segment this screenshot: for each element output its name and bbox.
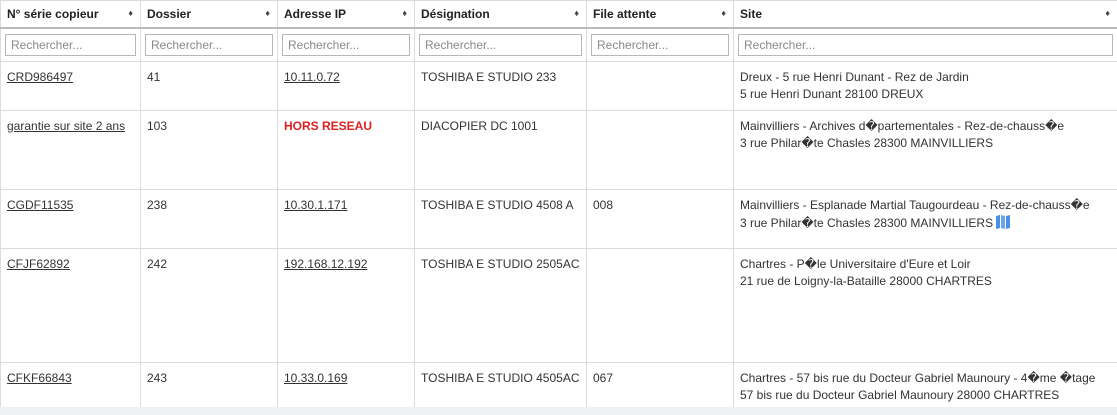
sort-arrows-icon[interactable]: ♦	[402, 8, 407, 18]
ip-cell: 10.11.0.72	[277, 60, 415, 111]
search-input-site[interactable]	[738, 33, 1113, 56]
bottom-band	[0, 407, 1117, 415]
ip-cell: 192.168.12.192	[277, 247, 415, 363]
column-header-site[interactable]: Site ♦	[733, 0, 1117, 29]
ip-link[interactable]: 10.11.0.72	[284, 70, 340, 84]
site-cell: Chartres - P�le Universitaire d'Eure et …	[733, 247, 1117, 363]
serie-cell: CGDF11535	[0, 188, 141, 249]
filter-cell	[0, 27, 141, 62]
site-line2: 21 rue de Loigny-la-Bataille 28000 CHART…	[740, 273, 992, 288]
designation-cell: DIACOPIER DC 1001	[414, 109, 587, 190]
sort-arrows-icon[interactable]: ♦	[1105, 8, 1110, 18]
designation-cell: TOSHIBA E STUDIO 2505AC	[414, 247, 587, 363]
table-row: CFJF62892 242 192.168.12.192 TOSHIBA E S…	[0, 247, 1117, 363]
sort-arrows-icon[interactable]: ♦	[574, 8, 579, 18]
file-cell	[586, 60, 734, 111]
site-line2-wrap: 3 rue Philar�te Chasles 28300 MAINVILLIE…	[740, 214, 1111, 234]
dossier-cell: 242	[140, 247, 278, 363]
dossier-cell: 238	[140, 188, 278, 249]
site-line1: Chartres - 57 bis rue du Docteur Gabriel…	[740, 370, 1096, 385]
site-line2: 5 rue Henri Dunant 28100 DREUX	[740, 86, 924, 101]
filter-cell	[414, 27, 587, 62]
ip-cell: HORS RESEAU	[277, 109, 415, 190]
dossier-cell: 41	[140, 60, 278, 111]
serie-link[interactable]: CGDF11535	[7, 198, 73, 212]
site-cell: Mainvilliers - Archives d�partementales …	[733, 109, 1117, 190]
search-input-ip[interactable]	[282, 33, 410, 56]
column-header-ip[interactable]: Adresse IP ♦	[277, 0, 415, 29]
site-line1: Mainvilliers - Esplanade Martial Taugour…	[740, 197, 1090, 212]
offline-status: HORS RESEAU	[284, 118, 373, 133]
column-header-label: File attente	[593, 7, 657, 21]
designation-cell: TOSHIBA E STUDIO 4508 A	[414, 188, 587, 249]
file-cell	[586, 247, 734, 363]
header-row: N° série copieur ♦ Dossier ♦ Adresse IP ♦ D…	[0, 0, 1117, 29]
column-header-label: Adresse IP	[284, 7, 347, 21]
column-header-label: N° série copieur	[7, 7, 99, 21]
site-line2: 57 bis rue du Docteur Gabriel Maunoury 2…	[740, 387, 1060, 402]
serie-link[interactable]: garantie sur site 2 ans	[7, 119, 125, 133]
serie-cell: garantie sur site 2 ans	[0, 109, 141, 190]
ip-cell: 10.30.1.171	[277, 188, 415, 249]
table-row: garantie sur site 2 ans 103 HORS RESEAU …	[0, 109, 1117, 190]
filter-cell	[140, 27, 278, 62]
filter-row	[0, 27, 1117, 62]
table-row: CGDF11535 238 10.30.1.171 TOSHIBA E STUD…	[0, 188, 1117, 249]
search-input-designation[interactable]	[419, 33, 582, 56]
ip-link[interactable]: 10.33.0.169	[284, 371, 347, 385]
site-line2: 3 rue Philar�te Chasles 28300 MAINVILLIE…	[740, 135, 994, 150]
sort-arrows-icon[interactable]: ♦	[265, 8, 270, 18]
ip-link[interactable]: 192.168.12.192	[284, 257, 367, 271]
column-header-label: Site	[740, 7, 763, 21]
column-header-serie[interactable]: N° série copieur ♦	[0, 0, 141, 29]
column-header-label: Désignation	[421, 7, 490, 21]
filter-cell	[733, 27, 1117, 62]
map-icon[interactable]	[995, 214, 1011, 234]
dossier-cell: 103	[140, 109, 278, 190]
serie-cell: CRD986497	[0, 60, 141, 111]
site-cell: Dreux - 5 rue Henri Dunant - Rez de Jard…	[733, 60, 1117, 111]
file-cell	[586, 109, 734, 190]
serie-link[interactable]: CRD986497	[7, 70, 73, 84]
table-row: CRD986497 41 10.11.0.72 TOSHIBA E STUDIO…	[0, 60, 1117, 111]
search-input-dossier[interactable]	[145, 33, 273, 56]
site-line2: 3 rue Philar�te Chasles 28300 MAINVILLIE…	[740, 215, 994, 230]
site-line1: Dreux - 5 rue Henri Dunant - Rez de Jard…	[740, 69, 969, 84]
printers-table-container: N° série copieur ♦ Dossier ♦ Adresse IP ♦ D…	[0, 0, 1117, 415]
site-line1: Chartres - P�le Universitaire d'Eure et …	[740, 256, 971, 271]
serie-cell: CFJF62892	[0, 247, 141, 363]
column-header-designation[interactable]: Désignation ♦	[414, 0, 587, 29]
column-header-file[interactable]: File attente ♦	[586, 0, 734, 29]
serie-link[interactable]: CFJF62892	[7, 257, 70, 271]
column-header-label: Dossier	[147, 7, 192, 21]
serie-link[interactable]: CFKF66843	[7, 371, 72, 385]
search-input-file[interactable]	[591, 33, 729, 56]
designation-cell: TOSHIBA E STUDIO 233	[414, 60, 587, 111]
sort-arrows-icon[interactable]: ♦	[721, 8, 726, 18]
search-input-serie[interactable]	[5, 33, 136, 56]
filter-cell	[277, 27, 415, 62]
ip-link[interactable]: 10.30.1.171	[284, 198, 347, 212]
site-cell: Mainvilliers - Esplanade Martial Taugour…	[733, 188, 1117, 249]
site-line1: Mainvilliers - Archives d�partementales …	[740, 118, 1065, 133]
column-header-dossier[interactable]: Dossier ♦	[140, 0, 278, 29]
printers-table: N° série copieur ♦ Dossier ♦ Adresse IP ♦ D…	[0, 0, 1117, 415]
sort-arrows-icon[interactable]: ♦	[128, 8, 133, 18]
file-cell: 008	[586, 188, 734, 249]
filter-cell	[586, 27, 734, 62]
